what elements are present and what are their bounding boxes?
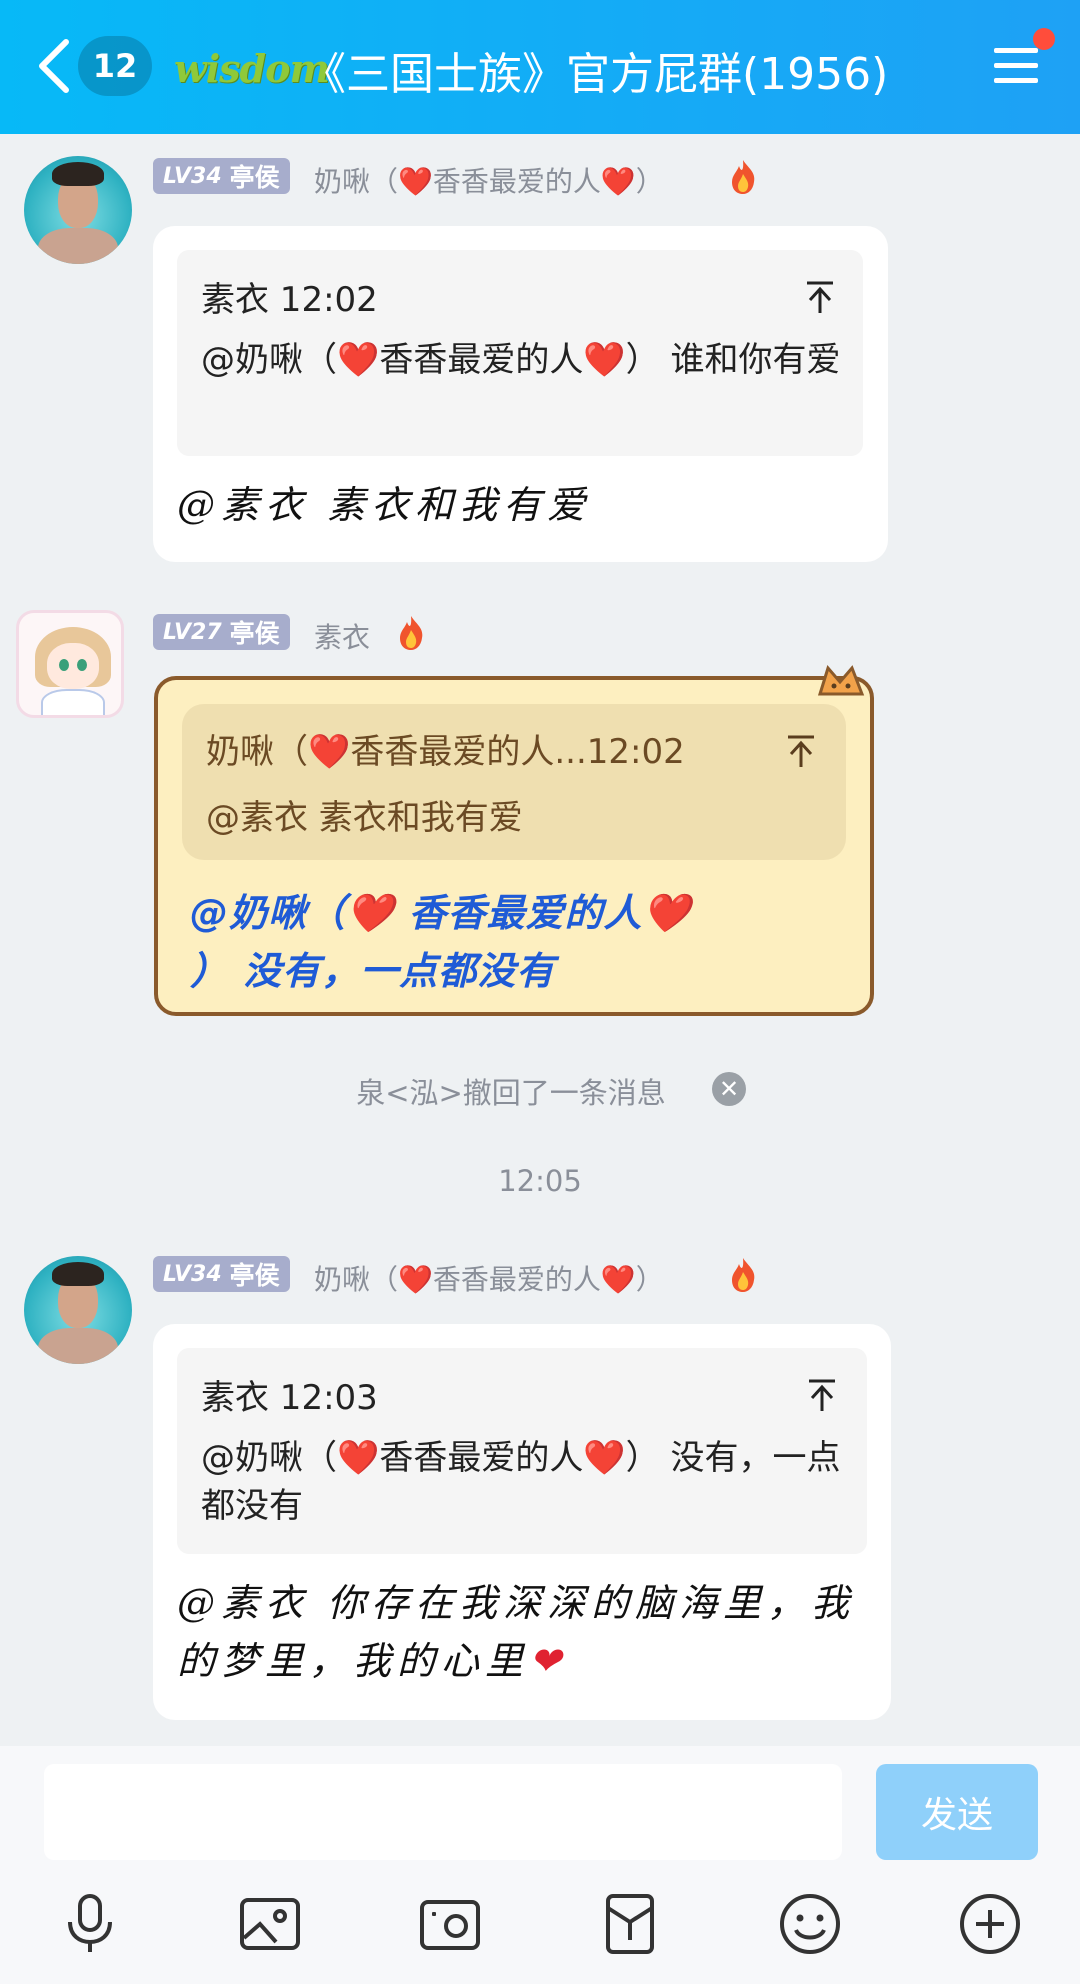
chat-header: 12 wisdom 《三国士族》官方屁群(1956) xyxy=(0,0,1080,134)
chevron-left-icon[interactable] xyxy=(32,36,76,96)
message-input[interactable] xyxy=(44,1764,842,1860)
plus-icon[interactable] xyxy=(958,1892,1022,1956)
member-level-badge: LV34 亭侯 xyxy=(153,1256,290,1292)
input-area: 发送 xyxy=(0,1746,1080,1984)
message-text: @奶啾（❤️ 香香最爱的人❤️ ） 没有，一点都没有 xyxy=(190,891,691,993)
quote-author-time: 奶啾（❤️香香最爱的人...12:02 xyxy=(206,732,685,772)
recall-notice: 泉<泓>撤回了一条消息 xyxy=(356,1076,666,1110)
microphone-icon[interactable] xyxy=(58,1892,122,1956)
message-bubble[interactable]: 素衣 12:03 @奶啾（❤️香香最爱的人❤️） 没有，一点都没有 @素衣 你存… xyxy=(153,1324,891,1720)
flame-icon xyxy=(400,616,423,650)
send-button[interactable]: 发送 xyxy=(876,1764,1038,1860)
quote-author-time: 素衣 12:02 xyxy=(201,280,378,320)
sender-name[interactable]: 奶啾（❤️香香最爱的人❤️） xyxy=(314,1258,664,1298)
jump-to-original-icon[interactable] xyxy=(807,1378,837,1412)
jump-to-original-icon[interactable] xyxy=(786,734,816,768)
jump-to-original-icon[interactable] xyxy=(805,280,835,314)
quote-text: @奶啾（❤️香香最爱的人❤️） 没有，一点都没有 xyxy=(201,1438,841,1526)
hamburger-menu-icon[interactable] xyxy=(992,44,1040,88)
sender-name[interactable]: 素衣 xyxy=(314,616,370,656)
flame-icon xyxy=(732,1258,755,1292)
avatar[interactable] xyxy=(24,156,132,264)
message-bubble[interactable]: 奶啾（❤️香香最爱的人...12:02 @素衣 素衣和我有爱 @奶啾（❤️ 香香… xyxy=(154,676,874,1016)
flame-icon xyxy=(732,160,755,194)
avatar[interactable] xyxy=(16,610,124,718)
avatar[interactable] xyxy=(24,1256,132,1364)
emoji-icon[interactable] xyxy=(778,1892,842,1956)
quote-text: @素衣 素衣和我有爱 xyxy=(206,798,523,838)
heart-icon: ❤ xyxy=(529,1639,567,1683)
timestamp: 12:05 xyxy=(498,1164,582,1198)
member-level-badge: LV27 亭侯 xyxy=(153,614,290,650)
message-text: @素衣 素衣和我有爱 xyxy=(177,483,592,527)
image-icon[interactable] xyxy=(238,1892,302,1956)
quoted-message[interactable]: 素衣 12:03 @奶啾（❤️香香最爱的人❤️） 没有，一点都没有 xyxy=(177,1348,867,1554)
group-title[interactable]: 《三国士族》官方屁群(1956) xyxy=(302,38,888,102)
quote-author-time: 素衣 12:03 xyxy=(201,1378,378,1418)
close-icon[interactable]: ✕ xyxy=(712,1072,746,1106)
member-level-badge: LV34 亭侯 xyxy=(153,158,290,194)
notification-dot xyxy=(1033,28,1055,50)
message-bubble[interactable]: 素衣 12:02 @奶啾（❤️香香最爱的人❤️） 谁和你有爱 @素衣 素衣和我有… xyxy=(153,226,888,562)
quoted-message[interactable]: 奶啾（❤️香香最爱的人...12:02 @素衣 素衣和我有爱 xyxy=(182,704,846,860)
cat-decoration-icon xyxy=(817,664,865,696)
quote-text: @奶啾（❤️香香最爱的人❤️） 谁和你有爱 xyxy=(201,340,841,380)
unread-count-badge[interactable]: 12 xyxy=(78,36,152,96)
red-packet-icon[interactable] xyxy=(598,1892,662,1956)
sender-name[interactable]: 奶啾（❤️香香最爱的人❤️） xyxy=(314,160,664,200)
message-text: @素衣 你存在我深深的脑海里，我的梦里，我的心里❤ xyxy=(177,1581,856,1683)
quoted-message[interactable]: 素衣 12:02 @奶啾（❤️香香最爱的人❤️） 谁和你有爱 xyxy=(177,250,863,456)
camera-icon[interactable] xyxy=(418,1892,482,1956)
